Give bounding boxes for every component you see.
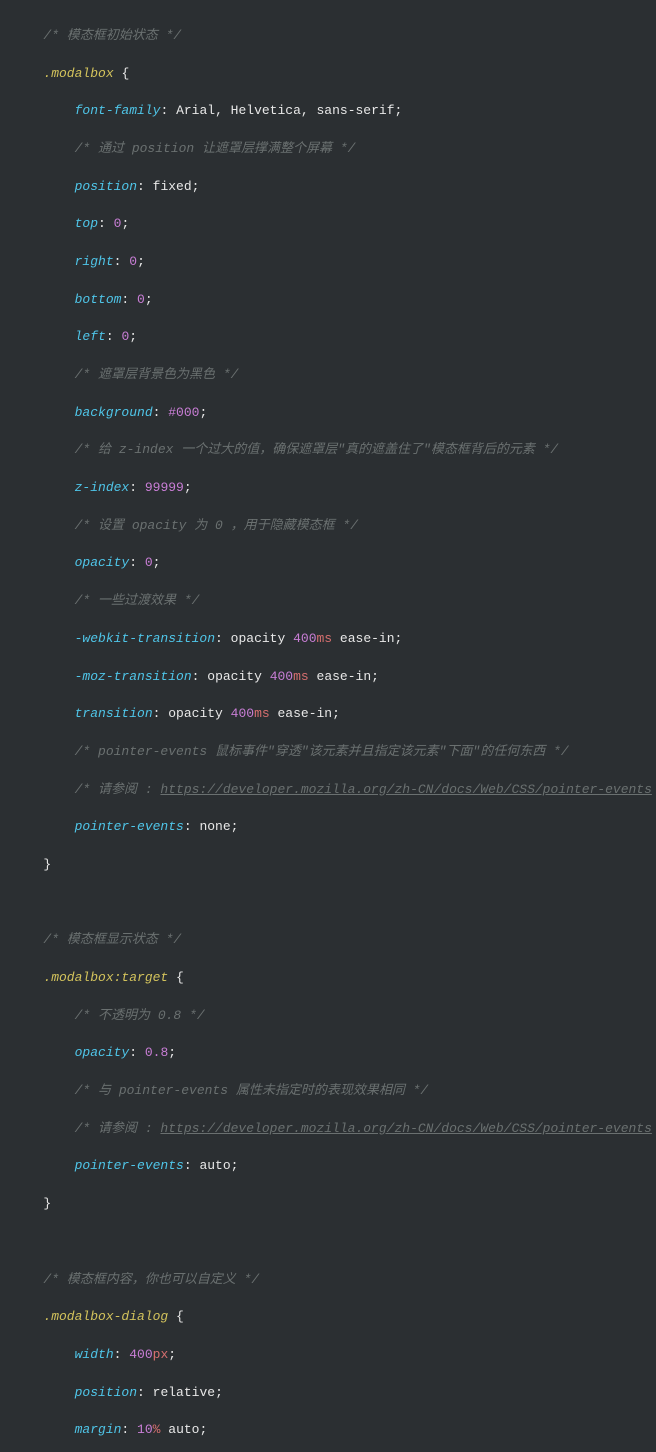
code-line: -webkit-transition: opacity 400ms ease-i…	[20, 630, 656, 649]
code-line: .modalbox:target {	[20, 969, 656, 988]
prop: pointer-events	[75, 819, 184, 834]
comment: /* 模态框显示状态 */	[43, 932, 181, 947]
code-line: opacity: 0;	[20, 554, 656, 573]
comment: /* 模态框内容，你也可以自定义 */	[43, 1272, 259, 1287]
code-line: position: relative;	[20, 1384, 656, 1403]
prop: left	[75, 329, 106, 344]
brace-open: {	[121, 66, 129, 81]
prop: bottom	[75, 292, 122, 307]
value: none	[199, 819, 230, 834]
code-line: /* pointer-events 鼠标事件"穿透"该元素并且指定该元素"下面"…	[20, 743, 656, 762]
code-line: /* 模态框初始状态 */	[20, 27, 656, 46]
prop: transition	[75, 706, 153, 721]
code-line: /* 通过 position 让遮罩层撑满整个屏幕 */	[20, 140, 656, 159]
number: 0	[129, 254, 137, 269]
code-line: transition: opacity 400ms ease-in;	[20, 705, 656, 724]
prop: -moz-transition	[75, 669, 192, 684]
code-line: opacity: 0.8;	[20, 1044, 656, 1063]
code-line: /* 设置 opacity 为 0 ，用于隐藏模态框 */	[20, 517, 656, 536]
comment: /* 通过 position 让遮罩层撑满整个屏幕 */	[75, 141, 356, 156]
prop: z-index	[75, 480, 130, 495]
code-line: font-family: Arial, Helvetica, sans-seri…	[20, 102, 656, 121]
prop: margin	[75, 1422, 122, 1437]
prop: width	[75, 1347, 114, 1362]
value: fixed	[153, 179, 192, 194]
code-line: }	[20, 1195, 656, 1214]
code-line: top: 0;	[20, 215, 656, 234]
color-value: #000	[168, 405, 199, 420]
code-line: pointer-events: auto;	[20, 1157, 656, 1176]
comment: /* 遮罩层背景色为黑色 */	[75, 367, 239, 382]
prop: font-family	[75, 103, 161, 118]
reference-link[interactable]: https://developer.mozilla.org/zh-CN/docs…	[160, 1121, 651, 1136]
code-line: /* 模态框内容，你也可以自定义 */	[20, 1271, 656, 1290]
prop: background	[75, 405, 153, 420]
code-line: /* 模态框显示状态 */	[20, 931, 656, 950]
number: 0.8	[145, 1045, 168, 1060]
pseudo-class: :target	[114, 970, 169, 985]
code-line: /* 不透明为 0.8 */	[20, 1007, 656, 1026]
prop: opacity	[75, 555, 130, 570]
selector: .modalbox-dialog	[43, 1309, 168, 1324]
code-block: /* 模态框初始状态 */ .modalbox { font-family: A…	[0, 8, 656, 1452]
comment: /* 一些过渡效果 */	[75, 593, 200, 608]
value: auto	[199, 1158, 230, 1173]
code-line: /* 请参阅 : https://developer.mozilla.org/z…	[20, 1120, 656, 1139]
selector: .modalbox	[43, 66, 113, 81]
code-line: margin: 10% auto;	[20, 1421, 656, 1440]
prop: -webkit-transition	[75, 631, 215, 646]
code-line: /* 遮罩层背景色为黑色 */	[20, 366, 656, 385]
selector: .modalbox	[43, 970, 113, 985]
code-line: pointer-events: none;	[20, 818, 656, 837]
number: 0	[137, 292, 145, 307]
code-line: }	[20, 856, 656, 875]
comment: /* 与 pointer-events 属性未指定时的表现效果相同 */	[75, 1083, 429, 1098]
reference-link[interactable]: https://developer.mozilla.org/zh-CN/docs…	[160, 782, 651, 797]
code-line: left: 0;	[20, 328, 656, 347]
code-line: right: 0;	[20, 253, 656, 272]
number: 0	[145, 555, 153, 570]
code-line: width: 400px;	[20, 1346, 656, 1365]
code-line: bottom: 0;	[20, 291, 656, 310]
value: Arial, Helvetica, sans-serif	[176, 103, 394, 118]
prop: position	[75, 1385, 137, 1400]
comment: /* 不透明为 0.8 */	[75, 1008, 205, 1023]
code-line: /* 请参阅 : https://developer.mozilla.org/z…	[20, 781, 656, 800]
code-line: /* 与 pointer-events 属性未指定时的表现效果相同 */	[20, 1082, 656, 1101]
prop: opacity	[75, 1045, 130, 1060]
comment: /* 设置 opacity 为 0 ，用于隐藏模态框 */	[75, 518, 358, 533]
prop: pointer-events	[75, 1158, 184, 1173]
brace-close: }	[43, 857, 51, 872]
comment: /* pointer-events 鼠标事件"穿透"该元素并且指定该元素"下面"…	[75, 744, 569, 759]
comment: /* 模态框初始状态 */	[43, 28, 181, 43]
code-line: background: #000;	[20, 404, 656, 423]
comment: /* 给 z-index 一个过大的值，确保遮罩层"真的遮盖住了"模态框背后的元…	[75, 442, 559, 457]
blank-line	[20, 894, 656, 913]
prop: position	[75, 179, 137, 194]
code-line: .modalbox {	[20, 65, 656, 84]
code-line: /* 一些过渡效果 */	[20, 592, 656, 611]
code-line: /* 给 z-index 一个过大的值，确保遮罩层"真的遮盖住了"模态框背后的元…	[20, 441, 656, 460]
comment: /* 请参阅 : https://developer.mozilla.org/z…	[75, 1121, 656, 1136]
brace-close: }	[43, 1196, 51, 1211]
code-line: z-index: 99999;	[20, 479, 656, 498]
code-line: .modalbox-dialog {	[20, 1308, 656, 1327]
prop: top	[75, 216, 98, 231]
code-line: -moz-transition: opacity 400ms ease-in;	[20, 668, 656, 687]
code-line: position: fixed;	[20, 178, 656, 197]
comment: /* 请参阅 : https://developer.mozilla.org/z…	[75, 782, 656, 797]
number: 99999	[145, 480, 184, 495]
prop: right	[75, 254, 114, 269]
blank-line	[20, 1233, 656, 1252]
